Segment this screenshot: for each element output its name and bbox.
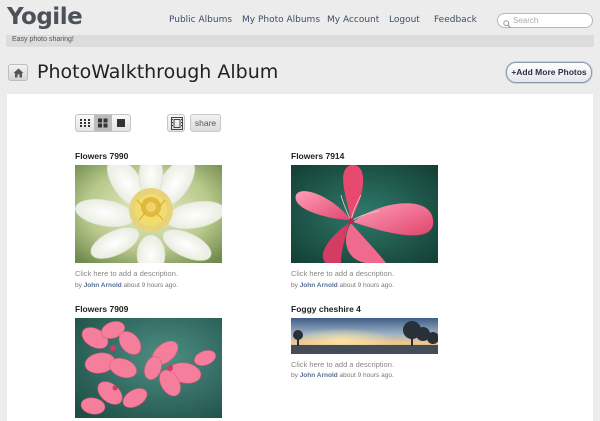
photo-meta: by John Arnold about 9 hours ago. — [75, 282, 178, 289]
top-bar: Yogile Public Albums My Photo Albums My … — [0, 0, 600, 36]
photo-card: Flowers 7909 — [75, 304, 235, 421]
share-button[interactable]: share — [190, 114, 221, 132]
photo-meta: by John Arnold about 9 hours ago. — [291, 282, 394, 289]
photo-time: about 9 hours ago. — [123, 282, 178, 289]
photo-thumbnail[interactable] — [75, 165, 222, 263]
small-grid-icon — [80, 119, 90, 127]
small-grid-view-button[interactable] — [76, 115, 94, 131]
photo-title[interactable]: Foggy cheshire 4 — [291, 304, 361, 314]
large-view-button[interactable] — [112, 115, 130, 131]
photo-description[interactable]: Click here to add a description. — [291, 269, 394, 278]
photo-time: about 9 hours ago. — [339, 372, 394, 379]
photo-author[interactable]: John Arnold — [300, 282, 338, 289]
photo-card: Foggy cheshire 4 Click here to add a des… — [291, 304, 451, 384]
home-button[interactable] — [8, 64, 28, 81]
photo-thumbnail[interactable] — [291, 165, 438, 263]
photo-card: Flowers 7914 Click here to add a descrip… — [291, 151, 451, 291]
photo-thumbnail[interactable] — [75, 318, 222, 418]
nav-my-account[interactable]: My Account — [327, 15, 379, 25]
view-mode-toggle — [75, 114, 131, 132]
slideshow-button[interactable] — [167, 114, 185, 132]
nav-public-albums[interactable]: Public Albums — [169, 15, 232, 25]
tagline: Easy photo sharing! — [12, 36, 74, 43]
search-input[interactable] — [513, 14, 589, 27]
nav-feedback[interactable]: Feedback — [434, 15, 477, 25]
nav-logout[interactable]: Logout — [389, 15, 420, 25]
photo-by-label: by — [75, 282, 82, 289]
search-box[interactable] — [497, 13, 593, 29]
large-view-icon — [117, 119, 125, 127]
page-title: PhotoWalkthrough Album — [37, 61, 279, 83]
film-icon — [171, 117, 183, 130]
album-content: share Flowers 7990 Click here to add a d… — [7, 94, 593, 421]
nav-my-photo-albums[interactable]: My Photo Albums — [242, 15, 320, 25]
photo-title[interactable]: Flowers 7914 — [291, 151, 344, 161]
photo-author[interactable]: John Arnold — [84, 282, 122, 289]
photo-title[interactable]: Flowers 7990 — [75, 151, 128, 161]
search-icon — [503, 16, 511, 29]
photo-by-label: by — [291, 372, 298, 379]
photo-description[interactable]: Click here to add a description. — [291, 360, 394, 369]
photo-card: Flowers 7990 Click here to add a descrip… — [75, 151, 235, 291]
photo-thumbnail[interactable] — [291, 318, 438, 354]
photo-title[interactable]: Flowers 7909 — [75, 304, 128, 314]
add-more-photos-button[interactable]: +Add More Photos — [506, 62, 592, 83]
photo-by-label: by — [291, 282, 298, 289]
medium-grid-icon — [98, 118, 108, 128]
photo-meta: by John Arnold about 9 hours ago. — [291, 372, 394, 379]
medium-grid-view-button[interactable] — [94, 115, 112, 131]
photo-time: about 9 hours ago. — [339, 282, 394, 289]
home-icon — [13, 68, 24, 78]
photo-author[interactable]: John Arnold — [300, 372, 338, 379]
tagline-bar: Easy photo sharing! — [6, 35, 594, 47]
photo-description[interactable]: Click here to add a description. — [75, 269, 178, 278]
